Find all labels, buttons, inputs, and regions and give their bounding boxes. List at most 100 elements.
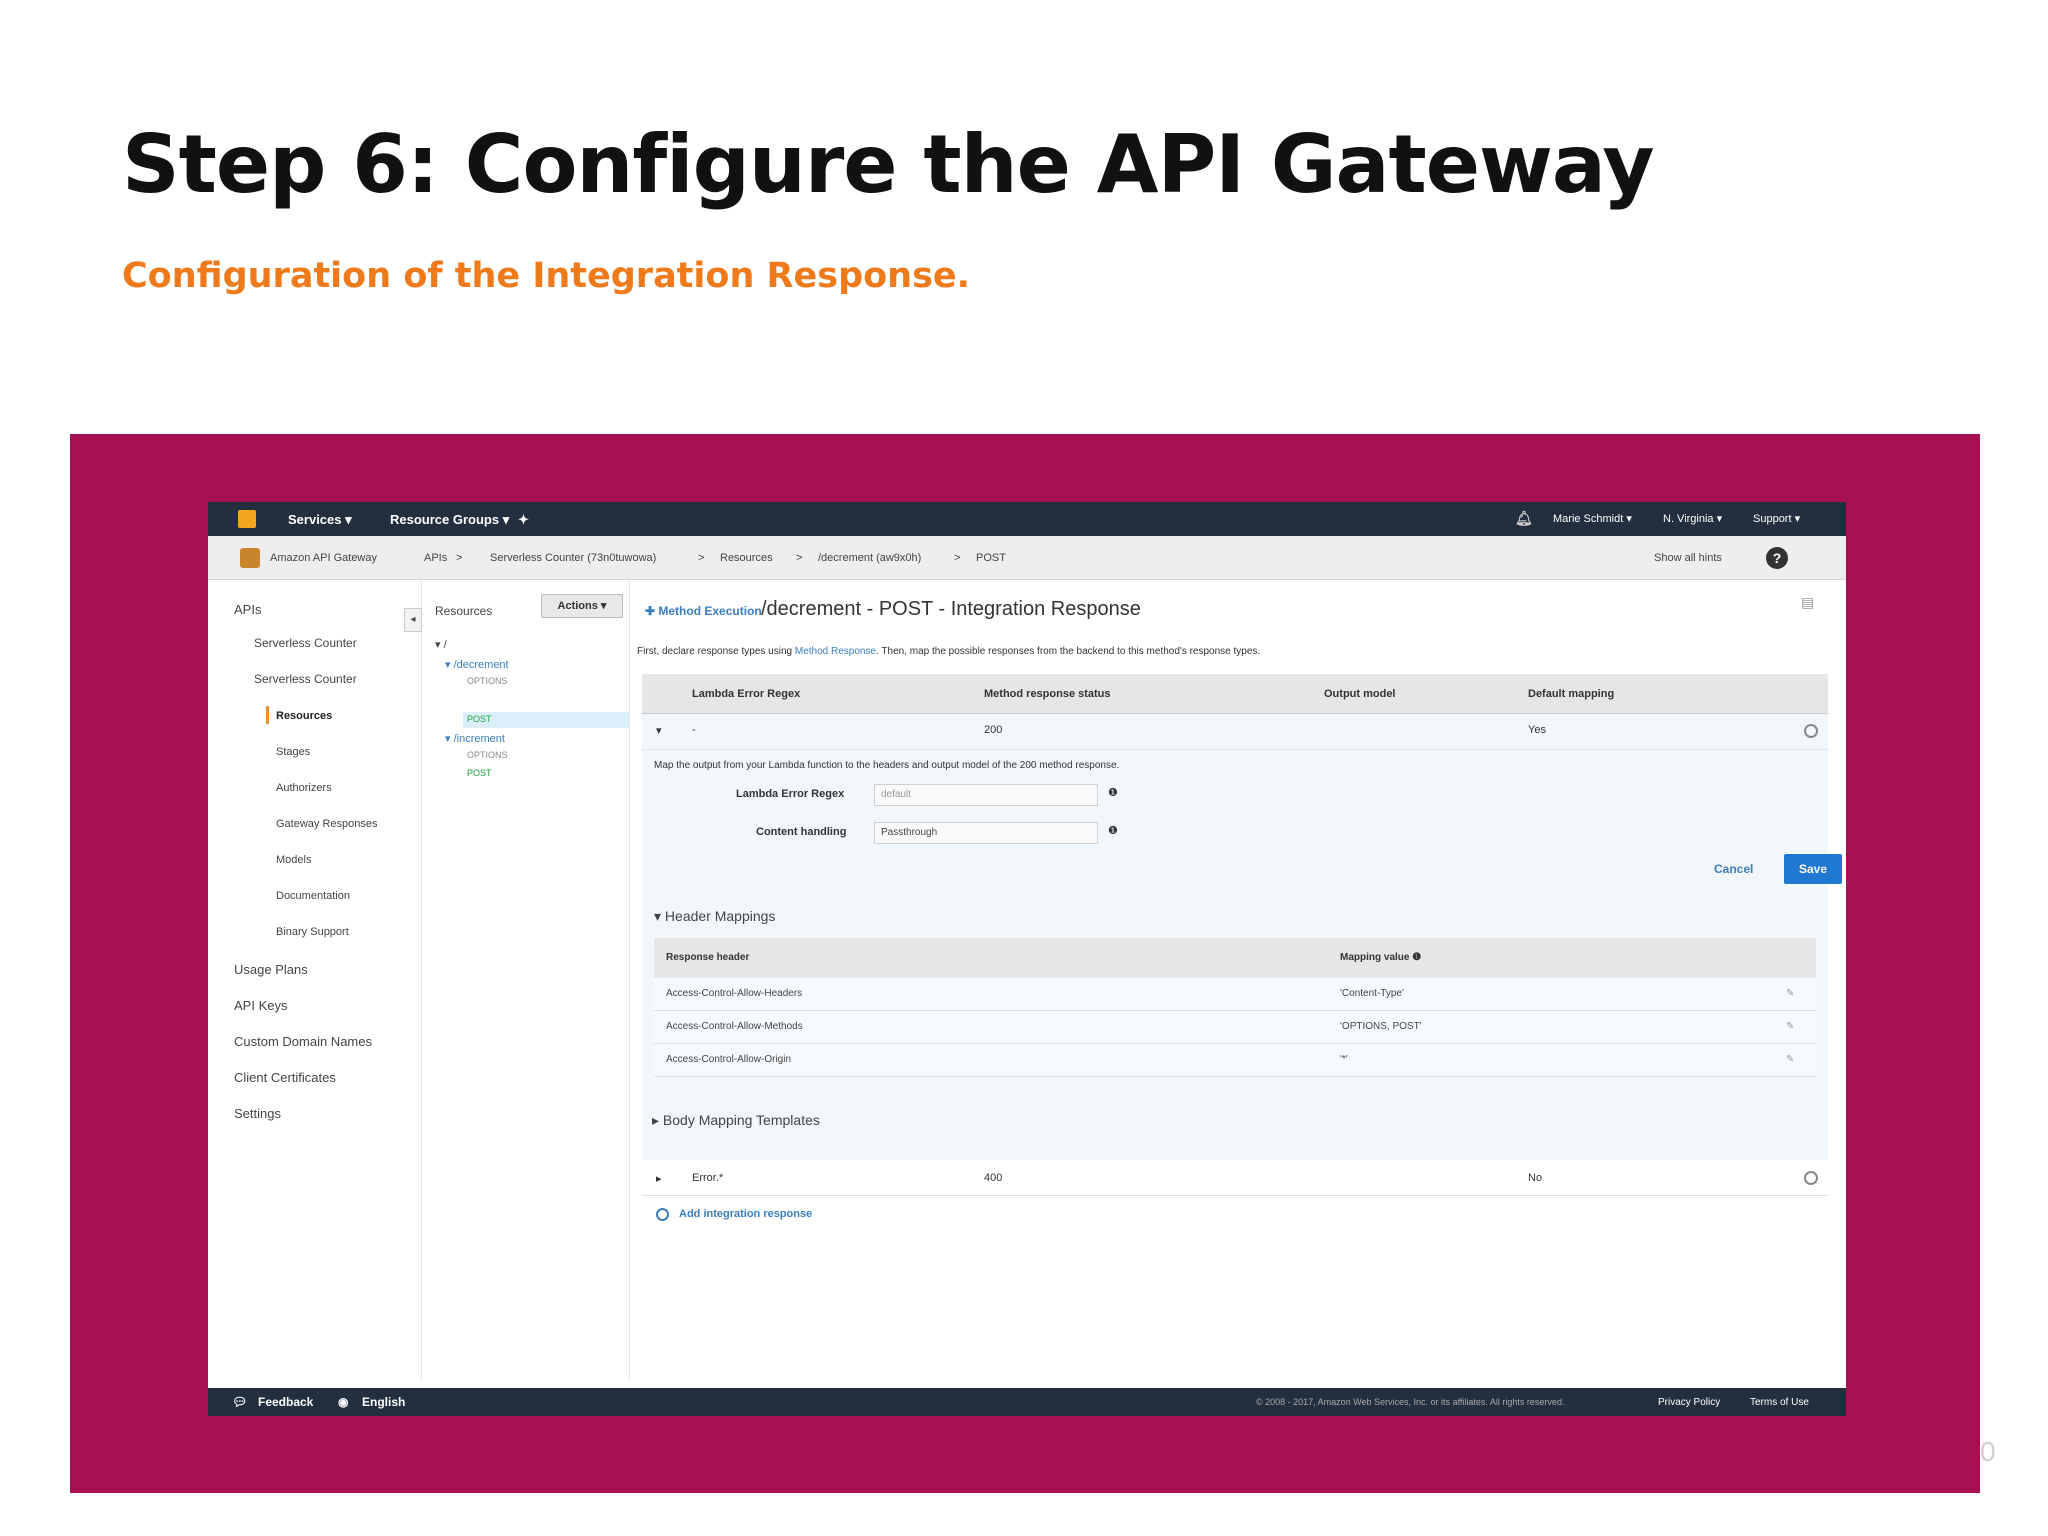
- content-handling-info-icon[interactable]: ❶: [1108, 824, 1118, 837]
- left-navigation: APIs Serverless Counter Serverless Count…: [208, 580, 422, 1380]
- lambda-error-regex-input[interactable]: default: [874, 784, 1098, 806]
- show-hints-link[interactable]: Show all hints: [1654, 552, 1722, 564]
- row-default: Yes: [1528, 724, 1546, 736]
- feedback-icon[interactable]: 💬︎: [232, 1395, 247, 1409]
- nav-client-certificates[interactable]: Client Certificates: [234, 1070, 336, 1085]
- notes-icon[interactable]: ▤: [1801, 594, 1814, 611]
- page-title: /decrement - POST - Integration Response: [761, 598, 1141, 620]
- privacy-policy-link[interactable]: Privacy Policy: [1658, 1397, 1720, 1408]
- aws-logo-icon[interactable]: [238, 510, 256, 528]
- integration-responses-header: Lambda Error Regex Method response statu…: [642, 674, 1828, 714]
- resources-panel-title: Resources: [435, 604, 493, 618]
- nav-gateway-responses[interactable]: Gateway Responses: [276, 818, 378, 830]
- table-row[interactable]: Access-Control-Allow-Origin '*' ✎: [654, 1044, 1816, 1077]
- language-selector[interactable]: English: [362, 1395, 405, 1409]
- col-output-model: Output model: [1324, 688, 1396, 700]
- nav-api-serverless-counter-2[interactable]: Serverless Counter: [254, 672, 357, 686]
- remove-row-icon[interactable]: [1804, 1171, 1818, 1185]
- resource-decrement-post[interactable]: POST: [467, 714, 492, 724]
- row-status: 400: [984, 1172, 1003, 1184]
- nav-usage-plans[interactable]: Usage Plans: [234, 962, 308, 977]
- nav-settings[interactable]: Settings: [234, 1106, 281, 1121]
- regex-info-icon[interactable]: ❶: [1108, 786, 1118, 799]
- breadcrumb: Amazon API Gateway APIs > Serverless Cou…: [208, 536, 1846, 580]
- row-regex: -: [692, 724, 696, 736]
- top-navigation-bar: Services ▾ Resource Groups ▾ ✦ 🔔︎ Marie …: [208, 502, 1846, 536]
- nav-api-serverless-counter-1[interactable]: Serverless Counter: [254, 636, 357, 650]
- support-menu[interactable]: Support ▾: [1753, 512, 1800, 525]
- collapse-nav-button[interactable]: ◂: [404, 608, 422, 632]
- resource-decrement-options[interactable]: OPTIONS: [467, 676, 508, 686]
- slide-subtitle: Configuration of the Integration Respons…: [122, 256, 970, 296]
- mapping-value: 'Content-Type': [1340, 988, 1404, 999]
- user-menu[interactable]: Marie Schmidt ▾: [1553, 512, 1632, 525]
- nav-stages[interactable]: Stages: [276, 746, 310, 758]
- bell-icon[interactable]: 🔔︎: [1515, 510, 1533, 527]
- feedback-link[interactable]: Feedback: [258, 1395, 313, 1409]
- nav-models[interactable]: Models: [276, 854, 311, 866]
- nav-binary-support[interactable]: Binary Support: [276, 926, 349, 938]
- region-menu[interactable]: N. Virginia ▾: [1663, 512, 1722, 525]
- collapse-row-icon[interactable]: ▾: [656, 724, 662, 737]
- slide-title: Step 6: Configure the API Gateway: [122, 118, 1655, 211]
- slide: Step 6: Configure the API Gateway Config…: [0, 0, 2048, 1536]
- table-row[interactable]: ▾ - 200 Yes: [642, 714, 1828, 750]
- header-mappings-toggle[interactable]: ▾ Header Mappings: [654, 908, 775, 925]
- breadcrumb-api[interactable]: Serverless Counter (73n0tuwowa): [490, 552, 656, 564]
- row-status: 200: [984, 724, 1003, 736]
- col-lambda-error-regex: Lambda Error Regex: [692, 688, 801, 700]
- col-response-header: Response header: [666, 952, 750, 963]
- edit-pencil-icon[interactable]: ✎: [1786, 988, 1794, 999]
- content-handling-select[interactable]: Passthrough: [874, 822, 1098, 844]
- header-mappings-table-header: Response header Mapping value ❶: [654, 938, 1816, 978]
- copyright-text: © 2008 - 2017, Amazon Web Services, Inc.…: [1256, 1397, 1565, 1407]
- resource-increment[interactable]: ▾ /increment: [445, 732, 505, 745]
- help-icon[interactable]: ?: [1766, 547, 1788, 569]
- nav-documentation[interactable]: Documentation: [276, 890, 350, 902]
- mapping-value: 'OPTIONS, POST': [1340, 1021, 1422, 1032]
- add-circle-icon[interactable]: [656, 1208, 669, 1221]
- edit-pencil-icon[interactable]: ✎: [1786, 1021, 1794, 1032]
- aws-console-screenshot: Services ▾ Resource Groups ▾ ✦ 🔔︎ Marie …: [208, 502, 1846, 1416]
- table-row[interactable]: ▸ Error.* 400 No: [642, 1160, 1828, 1196]
- page-description: First, declare response types using Meth…: [637, 646, 1261, 657]
- remove-row-icon[interactable]: [1804, 724, 1818, 738]
- breadcrumb-apis[interactable]: APIs: [424, 552, 447, 564]
- breadcrumb-method: POST: [976, 552, 1006, 564]
- table-row[interactable]: Access-Control-Allow-Headers 'Content-Ty…: [654, 978, 1816, 1011]
- pin-icon[interactable]: ✦: [518, 512, 529, 528]
- body-mapping-templates-toggle[interactable]: ▸ Body Mapping Templates: [652, 1112, 820, 1129]
- content-handling-label: Content handling: [756, 826, 847, 838]
- resource-increment-post[interactable]: POST: [467, 768, 492, 778]
- main-content: ✚ Method Execution /decrement - POST - I…: [631, 580, 1846, 1380]
- breadcrumb-resource[interactable]: /decrement (aw9x0h): [818, 552, 921, 564]
- nav-apis[interactable]: APIs: [234, 602, 261, 617]
- table-row[interactable]: Access-Control-Allow-Methods 'OPTIONS, P…: [654, 1011, 1816, 1044]
- add-integration-response-link[interactable]: Add integration response: [679, 1208, 812, 1220]
- map-description: Map the output from your Lambda function…: [654, 760, 1120, 771]
- save-button[interactable]: Save: [1784, 854, 1842, 884]
- actions-button[interactable]: Actions ▾: [541, 594, 623, 618]
- services-menu[interactable]: Services ▾: [288, 512, 352, 528]
- resource-increment-options[interactable]: OPTIONS: [467, 750, 508, 760]
- nav-api-keys[interactable]: API Keys: [234, 998, 287, 1013]
- api-gateway-icon: [240, 548, 260, 568]
- row-default: No: [1528, 1172, 1543, 1184]
- cancel-button[interactable]: Cancel: [1714, 862, 1753, 876]
- resource-root[interactable]: ▾ /: [435, 638, 447, 651]
- row-regex: Error.*: [692, 1172, 724, 1184]
- resources-panel: Resources Actions ▾ ▾ / ▾ /decrement OPT…: [423, 580, 630, 1380]
- breadcrumb-resources[interactable]: Resources: [720, 552, 773, 564]
- breadcrumb-service[interactable]: Amazon API Gateway: [270, 552, 377, 564]
- edit-pencil-icon[interactable]: ✎: [1786, 1054, 1794, 1065]
- method-execution-link[interactable]: ✚ Method Execution: [645, 604, 762, 618]
- method-response-link[interactable]: Method Response: [795, 646, 876, 657]
- expand-row-icon[interactable]: ▸: [656, 1172, 662, 1185]
- nav-resources[interactable]: Resources: [276, 710, 332, 722]
- resource-decrement[interactable]: ▾ /decrement: [445, 658, 509, 671]
- resource-groups-menu[interactable]: Resource Groups ▾: [390, 512, 509, 528]
- nav-custom-domain-names[interactable]: Custom Domain Names: [234, 1034, 372, 1049]
- nav-authorizers[interactable]: Authorizers: [276, 782, 332, 794]
- terms-of-use-link[interactable]: Terms of Use: [1750, 1397, 1809, 1408]
- col-default-mapping: Default mapping: [1528, 688, 1615, 700]
